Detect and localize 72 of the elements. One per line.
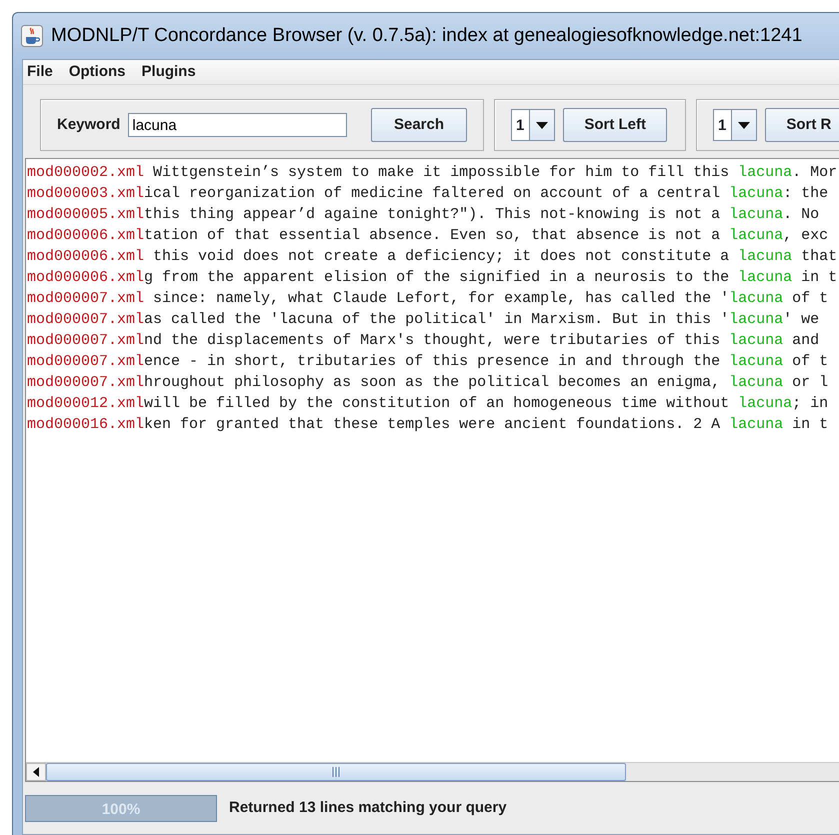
- keyword-field[interactable]: lacuna: [128, 113, 348, 137]
- dropdown-arrow-icon: [738, 122, 750, 128]
- file-name[interactable]: mod000007.xml: [27, 330, 144, 351]
- grip-icon: [332, 767, 340, 777]
- file-name[interactable]: mod000002.xml: [27, 162, 144, 183]
- window-title: MODNLP/T Concordance Browser (v. 0.7.5a): index at genealogiesofknowledge.net:1241: [51, 24, 802, 48]
- right-context: or l: [791, 373, 828, 393]
- keyword-match: lacuna: [729, 226, 784, 246]
- keyword-label: Keyword: [57, 114, 120, 135]
- left-context: Wittgenstein’s system to make it impossible for him to fill this: [152, 163, 730, 183]
- right-context: . No: [783, 205, 820, 225]
- right-context: in t: [791, 415, 828, 435]
- right-context: , exc: [783, 226, 828, 246]
- keyword-match: lacuna: [738, 268, 792, 288]
- file-name[interactable]: mod000006.xml: [27, 246, 144, 267]
- right-context: : the: [783, 184, 828, 204]
- right-context: in t: [800, 268, 838, 288]
- right-context: of t: [791, 352, 828, 372]
- progress-label: 100%: [100, 800, 142, 820]
- right-context: ' we: [783, 310, 820, 330]
- left-context: will be filled by the constitution of an homogeneous time without: [144, 394, 730, 414]
- line-count-spinner[interactable]: 1: [713, 109, 758, 141]
- left-context: as called the 'lacuna of the political' in Marxism. But in this ': [144, 310, 730, 330]
- line-count-spinner[interactable]: 1: [511, 109, 556, 141]
- left-context: this void does not create a deficiency; it does not constitute a: [152, 247, 730, 267]
- status-text: Returned 13 lines matching your query: [229, 798, 507, 818]
- left-context: nd the displacements of Marx's thought, were tributaries of this: [144, 331, 722, 351]
- keyword-match: lacuna: [738, 163, 792, 183]
- sort-button[interactable]: Sort Left: [563, 108, 668, 142]
- right-context: and: [791, 331, 820, 351]
- left-context: ence - in short, tributaries of this presence in and through the: [144, 352, 722, 372]
- file-name[interactable]: mod000007.xml: [27, 351, 144, 372]
- file-name[interactable]: mod000007.xml: [27, 288, 144, 309]
- keyword-match: lacuna: [729, 289, 784, 309]
- keyword-match: lacuna: [738, 394, 792, 414]
- coffee-cup-icon: [21, 25, 43, 47]
- file-name[interactable]: mod000007.xml: [27, 309, 144, 330]
- keyword-match: lacuna: [729, 205, 784, 225]
- keyword-match: lacuna: [729, 415, 784, 435]
- keyword-match: lacuna: [729, 331, 784, 351]
- menu-item[interactable]: Options: [68, 60, 126, 84]
- file-name[interactable]: mod000003.xml: [27, 183, 144, 204]
- menu-item[interactable]: Plugins: [142, 60, 196, 84]
- file-name[interactable]: mod000006.xml: [27, 267, 144, 288]
- sort-button[interactable]: Sort R: [765, 108, 839, 142]
- left-context: g from the apparent elision of the signified in a neurosis to the: [144, 268, 730, 288]
- left-context: this thing appear’d againe tonight?″). This not-knowing is not a: [144, 205, 722, 225]
- left-context: since: namely, what Claude Lefort, for example, has called the ': [152, 289, 730, 309]
- keyword-match: lacuna: [738, 247, 792, 267]
- left-context: ical reorganization of medicine faltered on account of a central: [144, 184, 722, 204]
- right-context: that: [800, 247, 838, 267]
- left-arrow-icon: [33, 767, 39, 777]
- keyword-match: lacuna: [729, 310, 784, 330]
- keyword-match: lacuna: [729, 352, 784, 372]
- file-name[interactable]: mod000005.xml: [27, 204, 144, 225]
- keyword-match: lacuna: [729, 184, 784, 204]
- left-context: tation of that essential absence. Even so, that absence is not a: [144, 226, 722, 246]
- scrollbar-thumb[interactable]: [46, 763, 626, 781]
- file-name[interactable]: mod000012.xml: [27, 393, 144, 414]
- dropdown-arrow-icon: [536, 122, 548, 128]
- search-button[interactable]: Search: [371, 108, 467, 142]
- right-context: . Mor: [792, 163, 838, 183]
- file-name[interactable]: mod000007.xml: [27, 372, 144, 393]
- file-name[interactable]: mod000016.xml: [27, 414, 144, 435]
- menu-item[interactable]: File: [27, 60, 53, 84]
- file-name[interactable]: mod000006.xml: [27, 225, 144, 246]
- keyword-match: lacuna: [729, 373, 784, 393]
- right-context: of t: [791, 289, 828, 309]
- scroll-left-button[interactable]: [26, 763, 46, 781]
- right-context: ; in: [792, 394, 828, 414]
- left-context: hroughout philosophy as soon as the political becomes an enigma,: [144, 373, 722, 393]
- left-context: ken for granted that these temples were ancient foundations. 2 A: [144, 415, 722, 435]
